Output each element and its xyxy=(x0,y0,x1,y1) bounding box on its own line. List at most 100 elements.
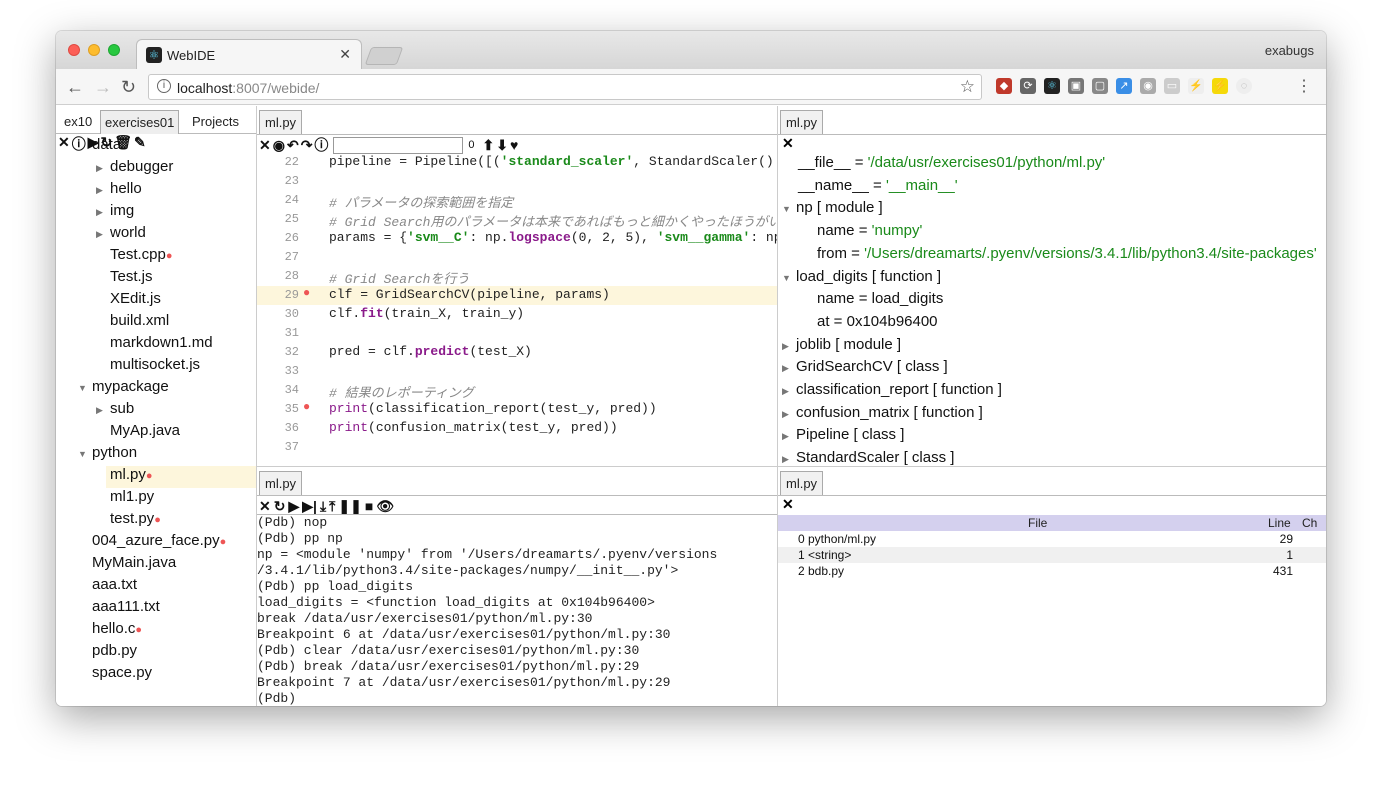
tree-item[interactable]: aaa.txt xyxy=(78,576,137,598)
close-icon[interactable]: ✕ xyxy=(259,137,271,154)
line-number[interactable]: 37 xyxy=(257,440,299,454)
code-line[interactable]: 22 pipeline = Pipeline([('standard_scaler… xyxy=(257,153,777,172)
collapsed-arrow-icon[interactable]: ▶ xyxy=(96,163,110,174)
extension-icon[interactable]: ⟳ xyxy=(1020,78,1036,94)
extension-icon[interactable]: ▣ xyxy=(1068,78,1084,94)
collapsed-arrow-icon[interactable]: ▶ xyxy=(782,454,796,465)
breakpoint-icon[interactable]: ● xyxy=(303,400,310,414)
variable-row[interactable]: ▶ Pipeline [ class ] xyxy=(782,426,904,443)
line-number[interactable]: 26 xyxy=(257,231,299,245)
variables-tab[interactable]: ml.py xyxy=(780,110,824,134)
variable-row[interactable]: ▶ StandardScaler [ class ] xyxy=(782,449,954,466)
address-bar[interactable]: i localhost:8007/webide/ ☆ xyxy=(148,74,982,100)
step-into-icon[interactable]: ⤓ xyxy=(320,498,326,515)
variable-row[interactable]: ▶ classification_report [ function ] xyxy=(782,381,1002,398)
back-icon[interactable]: ← xyxy=(66,77,84,98)
line-number[interactable]: 28 xyxy=(257,269,299,283)
line-number[interactable]: 25 xyxy=(257,212,299,226)
url-text[interactable]: localhost:8007/webide/ xyxy=(177,80,319,96)
line-number[interactable]: 33 xyxy=(257,364,299,378)
console-output[interactable]: (Pdb) nop (Pdb) pp np np = <module 'numpy'… xyxy=(257,514,777,706)
info-icon[interactable]: i xyxy=(157,79,171,93)
expanded-arrow-icon[interactable]: ▼ xyxy=(78,449,92,459)
code-line[interactable]: 37 xyxy=(257,438,777,457)
variable-row[interactable]: ▼ np [ module ] xyxy=(782,199,883,216)
line-number[interactable]: 32 xyxy=(257,345,299,359)
tree-item[interactable]: 004_azure_face.py● xyxy=(78,532,226,554)
browser-tab[interactable]: ⚛ WebIDE ✕ xyxy=(136,39,362,69)
extension-icon[interactable]: ⚡ xyxy=(1212,78,1228,94)
step-out-icon[interactable]: ⤒ xyxy=(329,498,335,515)
tree-item[interactable]: ▶ img xyxy=(96,202,134,224)
tree-item[interactable]: ml1.py xyxy=(96,488,154,510)
close-icon[interactable]: ✕ xyxy=(782,135,794,152)
line-number[interactable]: 30 xyxy=(257,307,299,321)
line-number[interactable]: 27 xyxy=(257,250,299,264)
expanded-arrow-icon[interactable]: ▼ xyxy=(782,273,796,283)
tree-item[interactable]: ▼ python xyxy=(78,444,137,466)
maximize-window-button[interactable] xyxy=(108,44,120,56)
collapsed-arrow-icon[interactable]: ▶ xyxy=(782,431,796,442)
code-line[interactable]: 28 # Grid Searchを行う xyxy=(257,267,777,287)
tree-item[interactable]: MyAp.java xyxy=(96,422,180,444)
profile-name[interactable]: exabugs xyxy=(1265,43,1314,58)
step-icon[interactable]: ▶| xyxy=(302,498,317,515)
tree-item[interactable]: ▶ sub xyxy=(96,400,134,422)
close-icon[interactable]: ✕ xyxy=(259,498,271,515)
arrow-up-icon[interactable]: ⬆ xyxy=(483,137,495,154)
variable-row[interactable]: ▶ confusion_matrix [ function ] xyxy=(782,404,983,421)
extension-icon[interactable]: ▭ xyxy=(1164,78,1180,94)
line-number[interactable]: 36 xyxy=(257,421,299,435)
code-line[interactable]: 33 xyxy=(257,362,777,381)
expanded-arrow-icon[interactable]: ▼ xyxy=(78,383,92,393)
editor-tab[interactable]: ml.py xyxy=(259,110,303,134)
tree-item[interactable]: ml.py● xyxy=(106,466,256,488)
tree-item[interactable]: hello.c● xyxy=(78,620,142,642)
eye-icon[interactable]: 👁 xyxy=(376,498,394,515)
tree-item[interactable]: Test.js xyxy=(96,268,153,290)
variable-row[interactable]: ▶ joblib [ module ] xyxy=(782,336,901,353)
collapsed-arrow-icon[interactable]: ▶ xyxy=(96,185,110,196)
tab-exercises01[interactable]: exercises01 xyxy=(100,110,180,134)
continue-icon[interactable]: ▶ xyxy=(288,498,299,515)
tree-item[interactable]: Test.cpp● xyxy=(96,246,173,268)
camera-icon[interactable]: ◉ xyxy=(1140,78,1156,94)
line-number[interactable]: 31 xyxy=(257,326,299,340)
info-icon[interactable]: ⓘ xyxy=(314,135,328,155)
tab-ex10[interactable]: ex10 xyxy=(60,110,96,134)
react-devtools-icon[interactable]: ⚛ xyxy=(1044,78,1060,94)
tree-item[interactable]: aaa111.txt xyxy=(78,598,160,620)
tree-item[interactable]: test.py● xyxy=(96,510,161,532)
stack-row[interactable]: 2 bdb.py 431 xyxy=(778,563,1326,579)
collapsed-arrow-icon[interactable]: ▶ xyxy=(782,409,796,420)
close-icon[interactable]: ✕ xyxy=(58,134,70,152)
code-line[interactable]: 36 print(confusion_matrix(test_y, pred)) xyxy=(257,419,777,438)
code-line[interactable]: 24 # パラメータの探索範囲を指定 xyxy=(257,191,777,211)
tree-item[interactable]: space.py xyxy=(78,664,152,686)
minimize-window-button[interactable] xyxy=(88,44,100,56)
line-number[interactable]: 23 xyxy=(257,174,299,188)
stack-row[interactable]: 1 <string> 1 xyxy=(778,547,1326,563)
code-line[interactable]: 25 # Grid Search用のパラメータは本来であればもっと細かくやったほう… xyxy=(257,210,777,230)
target-icon[interactable]: ◉ xyxy=(273,137,285,154)
code-line[interactable]: 23 xyxy=(257,172,777,191)
stack-row[interactable]: 0 python/ml.py 29 xyxy=(778,531,1326,547)
stack-tab[interactable]: ml.py xyxy=(780,471,824,495)
close-tab-icon[interactable]: ✕ xyxy=(339,46,351,63)
expanded-arrow-icon[interactable]: ▼ xyxy=(782,204,796,214)
redo-icon[interactable]: ↷ xyxy=(301,137,313,154)
tree-item[interactable]: multisocket.js xyxy=(96,356,200,378)
line-number[interactable]: 35 xyxy=(257,402,299,416)
tree-item[interactable]: MyMain.java xyxy=(78,554,176,576)
line-number[interactable]: 22 xyxy=(257,155,299,169)
code-line[interactable]: 34 # 結果のレポーティング xyxy=(257,381,777,401)
close-window-button[interactable] xyxy=(68,44,80,56)
code-line[interactable]: 35 ● print(classification_report(test_y, p… xyxy=(257,400,777,419)
variable-row[interactable]: ▼ load_digits [ function ] xyxy=(782,268,941,285)
tree-item[interactable]: build.xml xyxy=(96,312,169,334)
reload-icon[interactable]: ↻ xyxy=(121,77,136,98)
collapsed-arrow-icon[interactable]: ▶ xyxy=(782,363,796,374)
restart-icon[interactable]: ↻ xyxy=(274,498,286,515)
tree-item[interactable]: XEdit.js xyxy=(96,290,161,312)
tree-item[interactable]: pdb.py xyxy=(78,642,137,664)
